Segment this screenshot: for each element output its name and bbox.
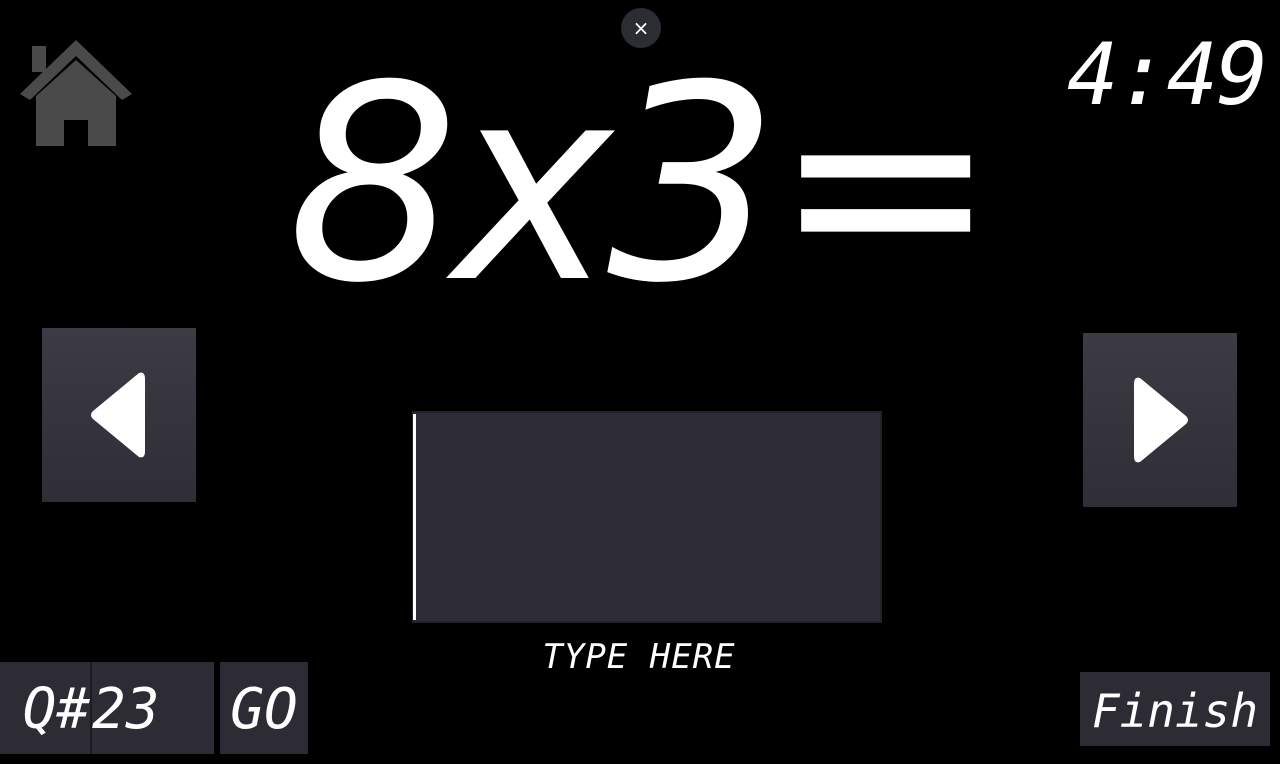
triangle-right-icon bbox=[1134, 377, 1188, 463]
problem-text: 8x3= bbox=[287, 27, 999, 342]
finish-button[interactable]: Finish bbox=[1080, 672, 1270, 746]
timer: 4:49 bbox=[1066, 25, 1268, 125]
previous-button[interactable] bbox=[42, 328, 196, 502]
text-caret bbox=[413, 414, 416, 620]
next-button[interactable] bbox=[1083, 333, 1237, 507]
home-icon bbox=[20, 40, 132, 146]
triangle-left-icon bbox=[91, 372, 145, 458]
question-label: Q# bbox=[0, 662, 90, 754]
answer-hint: TYPE HERE bbox=[542, 637, 736, 677]
go-button[interactable]: GO bbox=[220, 662, 308, 754]
answer-input[interactable] bbox=[412, 411, 882, 623]
home-button[interactable] bbox=[18, 36, 134, 150]
question-number-input[interactable]: 23 bbox=[90, 662, 214, 754]
